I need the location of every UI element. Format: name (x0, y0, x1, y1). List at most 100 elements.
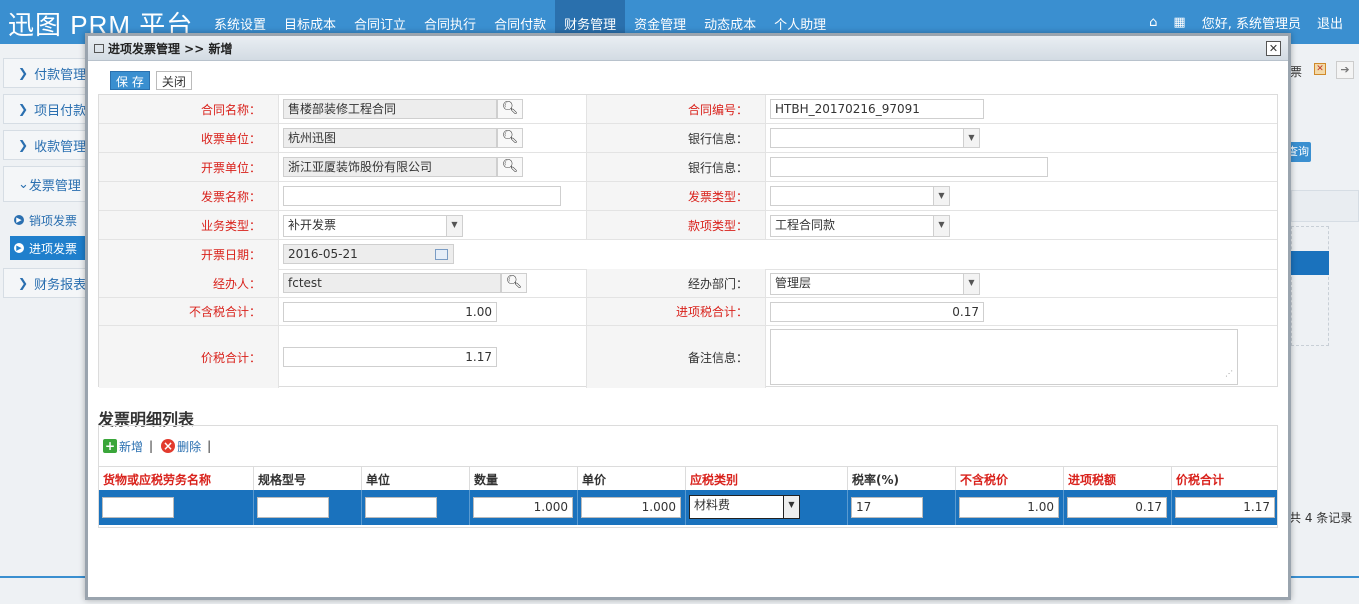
bg-grid-body (1291, 226, 1329, 346)
tax-category-select[interactable]: 材料费 ▼ (689, 495, 800, 519)
arrow-right-icon[interactable]: ➔ (1336, 61, 1354, 79)
chevron-right-icon: ❯ (18, 276, 29, 290)
sidebar-item-label: 发票管理 (28, 178, 81, 194)
input-tax-input[interactable]: 0.17 (1067, 497, 1167, 518)
invoice-name-field[interactable] (283, 186, 561, 206)
sidebar-item-invoice-mgmt[interactable]: ⌄ 发票管理 (3, 166, 88, 202)
col-tax-category[interactable]: 应税类别 (686, 467, 848, 491)
chevron-down-icon: ▼ (783, 496, 799, 518)
sidebar-item-project-payment[interactable]: ❯ 项目付款 (3, 94, 88, 124)
issue-date-field[interactable]: 2016-05-21 (283, 244, 454, 264)
add-row-button[interactable]: 新增 (119, 438, 143, 455)
remark-textarea[interactable]: ⋰ (770, 329, 1238, 385)
sidebar: ❯ 付款管理 ❯ 项目付款 ❯ 收款管理 ⌄ 发票管理 ▶ 销项发票 ▶ 进项发票 ❯ 财务报… (0, 58, 88, 304)
close-button[interactable]: 关闭 (155, 71, 192, 90)
col-spec[interactable]: 规格型号 (254, 467, 362, 491)
dept-value: 管理层 (775, 276, 812, 290)
fund-type-select[interactable]: 工程合同款 ▼ (770, 215, 950, 237)
issue-date-label: 开票日期： (99, 240, 279, 269)
contract-name-field[interactable]: 售楼部装修工程合同 (283, 99, 497, 119)
sidebar-item-payment-mgmt[interactable]: ❯ 付款管理 (3, 58, 88, 88)
payee-field[interactable]: 杭州迅图 (283, 128, 497, 148)
bank-info2-field[interactable] (770, 157, 1048, 177)
col-tax-rate[interactable]: 税率(%) (848, 467, 956, 491)
col-unit[interactable]: 单位 (362, 467, 470, 491)
save-button[interactable]: 保 存 (110, 71, 150, 90)
form-row: 开票日期： 2016-05-21 (99, 240, 1277, 269)
price-input[interactable]: 1.000 (581, 497, 681, 518)
form-row: 不含税合计： 1.00 进项税合计： 0.17 (99, 298, 1277, 326)
arrow-circle-icon: ▶ (14, 215, 24, 225)
delete-row-button[interactable]: 删除 (177, 438, 201, 455)
biz-type-value: 补开发票 (288, 218, 337, 232)
calendar-icon[interactable] (435, 249, 448, 260)
biz-type-select[interactable]: 补开发票 ▼ (283, 215, 463, 237)
search-icon[interactable]: 🔍︎ (501, 273, 527, 293)
modal-titlebar: 进项发票管理 >> 新增 (88, 36, 1288, 61)
contract-no-field[interactable]: HTBH_20170216_97091 (770, 99, 984, 119)
unit-input[interactable] (365, 497, 437, 518)
sidebar-item-label: 收款管理 (34, 139, 87, 155)
col-qty[interactable]: 数量 (470, 467, 578, 491)
grid-icon[interactable]: ▦ (1173, 15, 1185, 30)
sidebar-item-input-invoice[interactable]: ▶ 进项发票 (10, 236, 88, 260)
chevron-down-icon: ▼ (933, 187, 949, 205)
pretax-total-field[interactable]: 1.00 (283, 302, 497, 322)
invoice-type-label: 发票类型： (586, 182, 766, 210)
cell-tax-rate: 17 (848, 490, 956, 525)
grand-total-field[interactable]: 1.17 (283, 347, 497, 367)
chevron-down-icon: ▼ (963, 274, 979, 294)
delete-icon[interactable]: × (161, 439, 176, 453)
handler-label: 经办人： (99, 269, 279, 297)
greeting: 您好, 系统管理员 (1201, 16, 1301, 32)
plus-icon[interactable]: + (103, 439, 117, 453)
close-tab-icon[interactable]: ✕ (1314, 63, 1326, 75)
total-input[interactable]: 1.17 (1175, 497, 1275, 518)
issuer-label: 开票单位： (99, 153, 279, 181)
resize-handle-icon[interactable]: ⋰ (1225, 367, 1233, 381)
chevron-right-icon: ❯ (18, 138, 29, 152)
goods-name-input[interactable] (102, 497, 174, 518)
table-row[interactable]: 1.000 1.000 材料费 ▼ 17 1.00 0.17 1.17 (99, 490, 1277, 525)
tab-fragment: 票 (1290, 65, 1303, 79)
pretax-input[interactable]: 1.00 (959, 497, 1059, 518)
col-input-tax[interactable]: 进项税额 (1064, 467, 1172, 491)
payee-label: 收票单位： (99, 124, 279, 152)
pretax-total-label: 不含税合计： (99, 298, 279, 325)
sidebar-item-label: 进项发票 (29, 241, 78, 256)
dept-select[interactable]: 管理层 ▼ (770, 273, 980, 295)
bank-info-label: 银行信息： (586, 124, 766, 152)
handler-field[interactable]: fctest (283, 273, 501, 293)
col-price[interactable]: 单价 (578, 467, 686, 491)
col-pretax-price[interactable]: 不含税价 (956, 467, 1064, 491)
invoice-type-select[interactable]: ▼ (770, 186, 950, 206)
spec-input[interactable] (257, 497, 329, 518)
chevron-down-icon: ▼ (933, 216, 949, 236)
col-total[interactable]: 价税合计 (1172, 467, 1277, 491)
home-icon[interactable]: ⌂ (1149, 15, 1157, 30)
form-row: 价税合计： 1.17 备注信息： ⋰ (99, 326, 1277, 388)
close-icon[interactable]: ✕ (1266, 41, 1281, 56)
cell-input-tax: 0.17 (1064, 490, 1172, 525)
sidebar-item-sales-invoice[interactable]: ▶ 销项发票 (10, 208, 88, 232)
search-icon[interactable]: 🔍︎ (497, 99, 523, 119)
dept-label: 经办部门： (586, 269, 766, 297)
qty-input[interactable]: 1.000 (473, 497, 573, 518)
col-goods-name[interactable]: 货物或应税劳务名称 (99, 467, 254, 491)
bank-info-select[interactable]: ▼ (770, 128, 980, 148)
bank-info2-label: 银行信息： (586, 153, 766, 181)
contract-name-label: 合同名称： (99, 95, 279, 123)
logout-link[interactable]: 退出 (1317, 13, 1343, 32)
search-icon[interactable]: 🔍︎ (497, 128, 523, 148)
tax-rate-input[interactable]: 17 (851, 497, 923, 518)
form-row: 收票单位： 杭州迅图 🔍︎ 银行信息： ▼ (99, 124, 1277, 153)
tax-total-field[interactable]: 0.17 (770, 302, 984, 322)
issuer-field[interactable]: 浙江亚厦装饰股份有限公司 (283, 157, 497, 177)
sidebar-item-receipt-mgmt[interactable]: ❯ 收款管理 (3, 130, 88, 160)
form-row: 经办人： fctest 🔍︎ 经办部门： 管理层 ▼ (99, 269, 1277, 298)
sidebar-item-finance-report[interactable]: ❯ 财务报表 (3, 268, 88, 298)
cell-total: 1.17 (1172, 490, 1277, 525)
contract-no-label: 合同编号： (586, 95, 766, 123)
search-icon[interactable]: 🔍︎ (497, 157, 523, 177)
records-count: 共 4 条记录 (1289, 511, 1353, 525)
